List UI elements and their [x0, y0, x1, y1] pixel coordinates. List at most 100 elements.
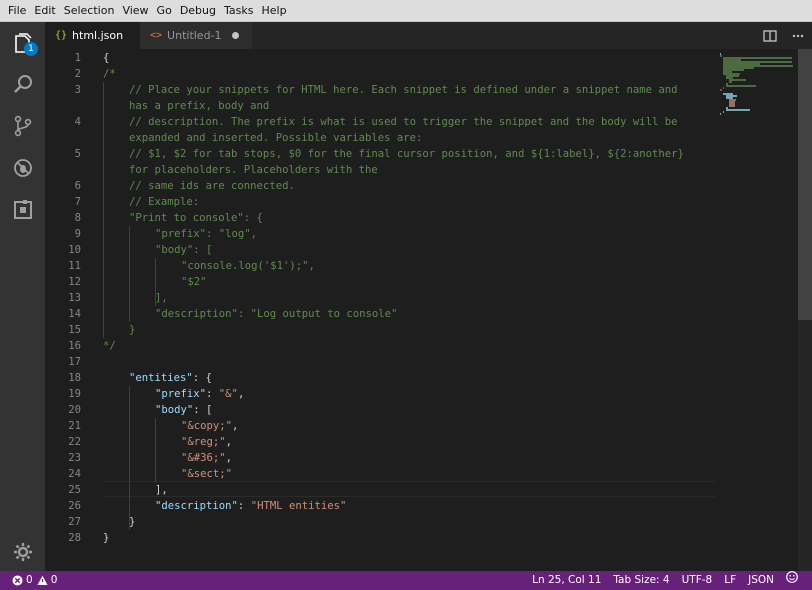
menu-view[interactable]: View [118, 0, 152, 22]
code-token: for placeholders. Placeholders with the [129, 164, 378, 176]
code-line[interactable]: expanded and inserted. Possible variable… [45, 130, 705, 146]
indent-guide [155, 258, 156, 306]
problems-indicator[interactable]: 0 0 [0, 571, 61, 590]
language-mode[interactable]: JSON [742, 571, 780, 590]
settings-gear-icon[interactable] [0, 530, 45, 574]
code-line[interactable]: 7 // Example: [45, 194, 705, 210]
code-line[interactable]: 15} [45, 322, 705, 338]
line-number: 10 [68, 244, 81, 256]
menu-debug[interactable]: Debug [176, 0, 220, 22]
files-icon[interactable]: 1 [0, 22, 45, 66]
unsaved-dot-icon[interactable] [231, 32, 239, 39]
code-token: : [237, 500, 251, 512]
code-line[interactable]: 17 [45, 354, 705, 370]
code-line[interactable]: 24 "&sect;" [45, 466, 705, 482]
line-number: 19 [68, 388, 81, 400]
code-text: "entities": { [129, 370, 212, 386]
code-line[interactable]: 6 // same ids are connected. [45, 178, 705, 194]
minimap-line [726, 109, 750, 111]
code-line[interactable]: 13], [45, 290, 705, 306]
code-line[interactable]: 16 */ [45, 338, 705, 354]
code-token: "&sect;" [181, 468, 233, 480]
menu-help[interactable]: Help [257, 0, 290, 22]
code-line[interactable]: 21 "&copy;", [45, 418, 705, 434]
code-line[interactable]: 26 "description": "HTML entities" [45, 498, 705, 514]
code-line[interactable]: 28} [45, 530, 705, 546]
code-line[interactable]: 3 // Place your snippets for HTML here. E… [45, 82, 705, 98]
code-text: { [103, 50, 109, 66]
code-line[interactable]: for placeholders. Placeholders with the [45, 162, 705, 178]
code-token: "$2" [181, 276, 207, 288]
debug-icon[interactable] [0, 146, 45, 190]
extensions-icon[interactable] [0, 188, 45, 232]
code-text: "Print to console": { [129, 210, 263, 226]
code-token: "&" [218, 388, 238, 400]
menu-go[interactable]: Go [153, 0, 176, 22]
code-token: , [232, 420, 239, 432]
menu-selection[interactable]: Selection [60, 0, 119, 22]
code-line[interactable]: 19 "prefix": "&", [45, 386, 705, 402]
code-text: expanded and inserted. Possible variable… [129, 130, 422, 146]
code-line[interactable]: 5 // $1, $2 for tab stops, $0 for the fin… [45, 146, 705, 162]
menu-edit[interactable]: Edit [30, 0, 59, 22]
code-line[interactable]: 10 "body": [ [45, 242, 705, 258]
source-control-icon[interactable] [0, 104, 45, 148]
tab-untitled-1[interactable]: <> Untitled-1 [140, 22, 252, 49]
menu-tasks[interactable]: Tasks [220, 0, 257, 22]
code-line[interactable]: 9 "prefix": "log", [45, 226, 705, 242]
line-number: 22 [68, 436, 81, 448]
code-line[interactable]: 11 "console.log('$1');", [45, 258, 705, 274]
tab-html-json[interactable]: {} html.json [45, 22, 140, 49]
code-token: // Example: [129, 196, 200, 208]
code-line[interactable]: 27} [45, 514, 705, 530]
warning-count: 0 [50, 574, 58, 586]
code-line[interactable]: 25], [45, 482, 705, 498]
code-text: ], [155, 290, 168, 306]
minimap[interactable] [717, 49, 797, 571]
search-icon[interactable] [0, 62, 45, 106]
code-line[interactable]: 12 "$2" [45, 274, 705, 290]
code-line[interactable]: 2 /* [45, 66, 705, 82]
minimap-line [723, 111, 724, 113]
more-actions-icon[interactable] [784, 22, 812, 49]
code-line[interactable]: 4 // description. The prefix is what is u… [45, 114, 705, 130]
line-number: 17 [68, 356, 81, 368]
minimap-line [729, 105, 736, 107]
menu-bar: File Edit Selection View Go Debug Tasks … [0, 0, 812, 22]
code-line[interactable]: 22 "&reg;", [45, 434, 705, 450]
feedback-smiley-icon[interactable] [780, 571, 804, 590]
split-editor-icon[interactable] [756, 22, 784, 49]
code-text: // description. The prefix is what is us… [129, 114, 678, 130]
code-text: // Place your snippets for HTML here. Ea… [129, 82, 678, 98]
line-number: 20 [68, 404, 81, 416]
code-line[interactable]: 14 "description": "Log output to console" [45, 306, 705, 322]
eol-indicator[interactable]: LF [718, 571, 742, 590]
code-line[interactable]: 18 "entities": { [45, 370, 705, 386]
tab-label: Untitled-1 [167, 29, 222, 42]
activity-bar: 1 [0, 22, 45, 571]
menu-file[interactable]: File [4, 0, 30, 22]
line-number: 21 [68, 420, 81, 432]
warning-icon [37, 575, 48, 585]
tab-size-indicator[interactable]: Tab Size: 4 [607, 571, 675, 590]
minimap-line [726, 85, 757, 87]
code-line[interactable]: 23 "&#36;", [45, 450, 705, 466]
editor-actions [756, 22, 812, 49]
encoding-indicator[interactable]: UTF-8 [676, 571, 719, 590]
line-number: 25 [68, 484, 81, 496]
code-line[interactable]: 20 "body": [ [45, 402, 705, 418]
cursor-position[interactable]: Ln 25, Col 11 [526, 571, 607, 590]
code-line[interactable]: 1{ [45, 50, 705, 66]
code-editor[interactable]: 1{2/* 3// Place your snippets for HTML he… [45, 49, 812, 571]
line-number: 9 [74, 228, 81, 240]
code-token: "Print to console": { [129, 212, 263, 224]
line-number: 4 [74, 116, 81, 128]
code-line[interactable]: 8 "Print to console": { [45, 210, 705, 226]
code-text: "&sect;" [181, 466, 232, 482]
indent-guide [129, 226, 130, 322]
code-token: /* [103, 68, 116, 80]
code-token: : { [192, 372, 212, 384]
vertical-scrollbar-thumb[interactable] [798, 49, 812, 320]
minimap-line [729, 81, 733, 83]
code-line[interactable]: has a prefix, body and [45, 98, 705, 114]
